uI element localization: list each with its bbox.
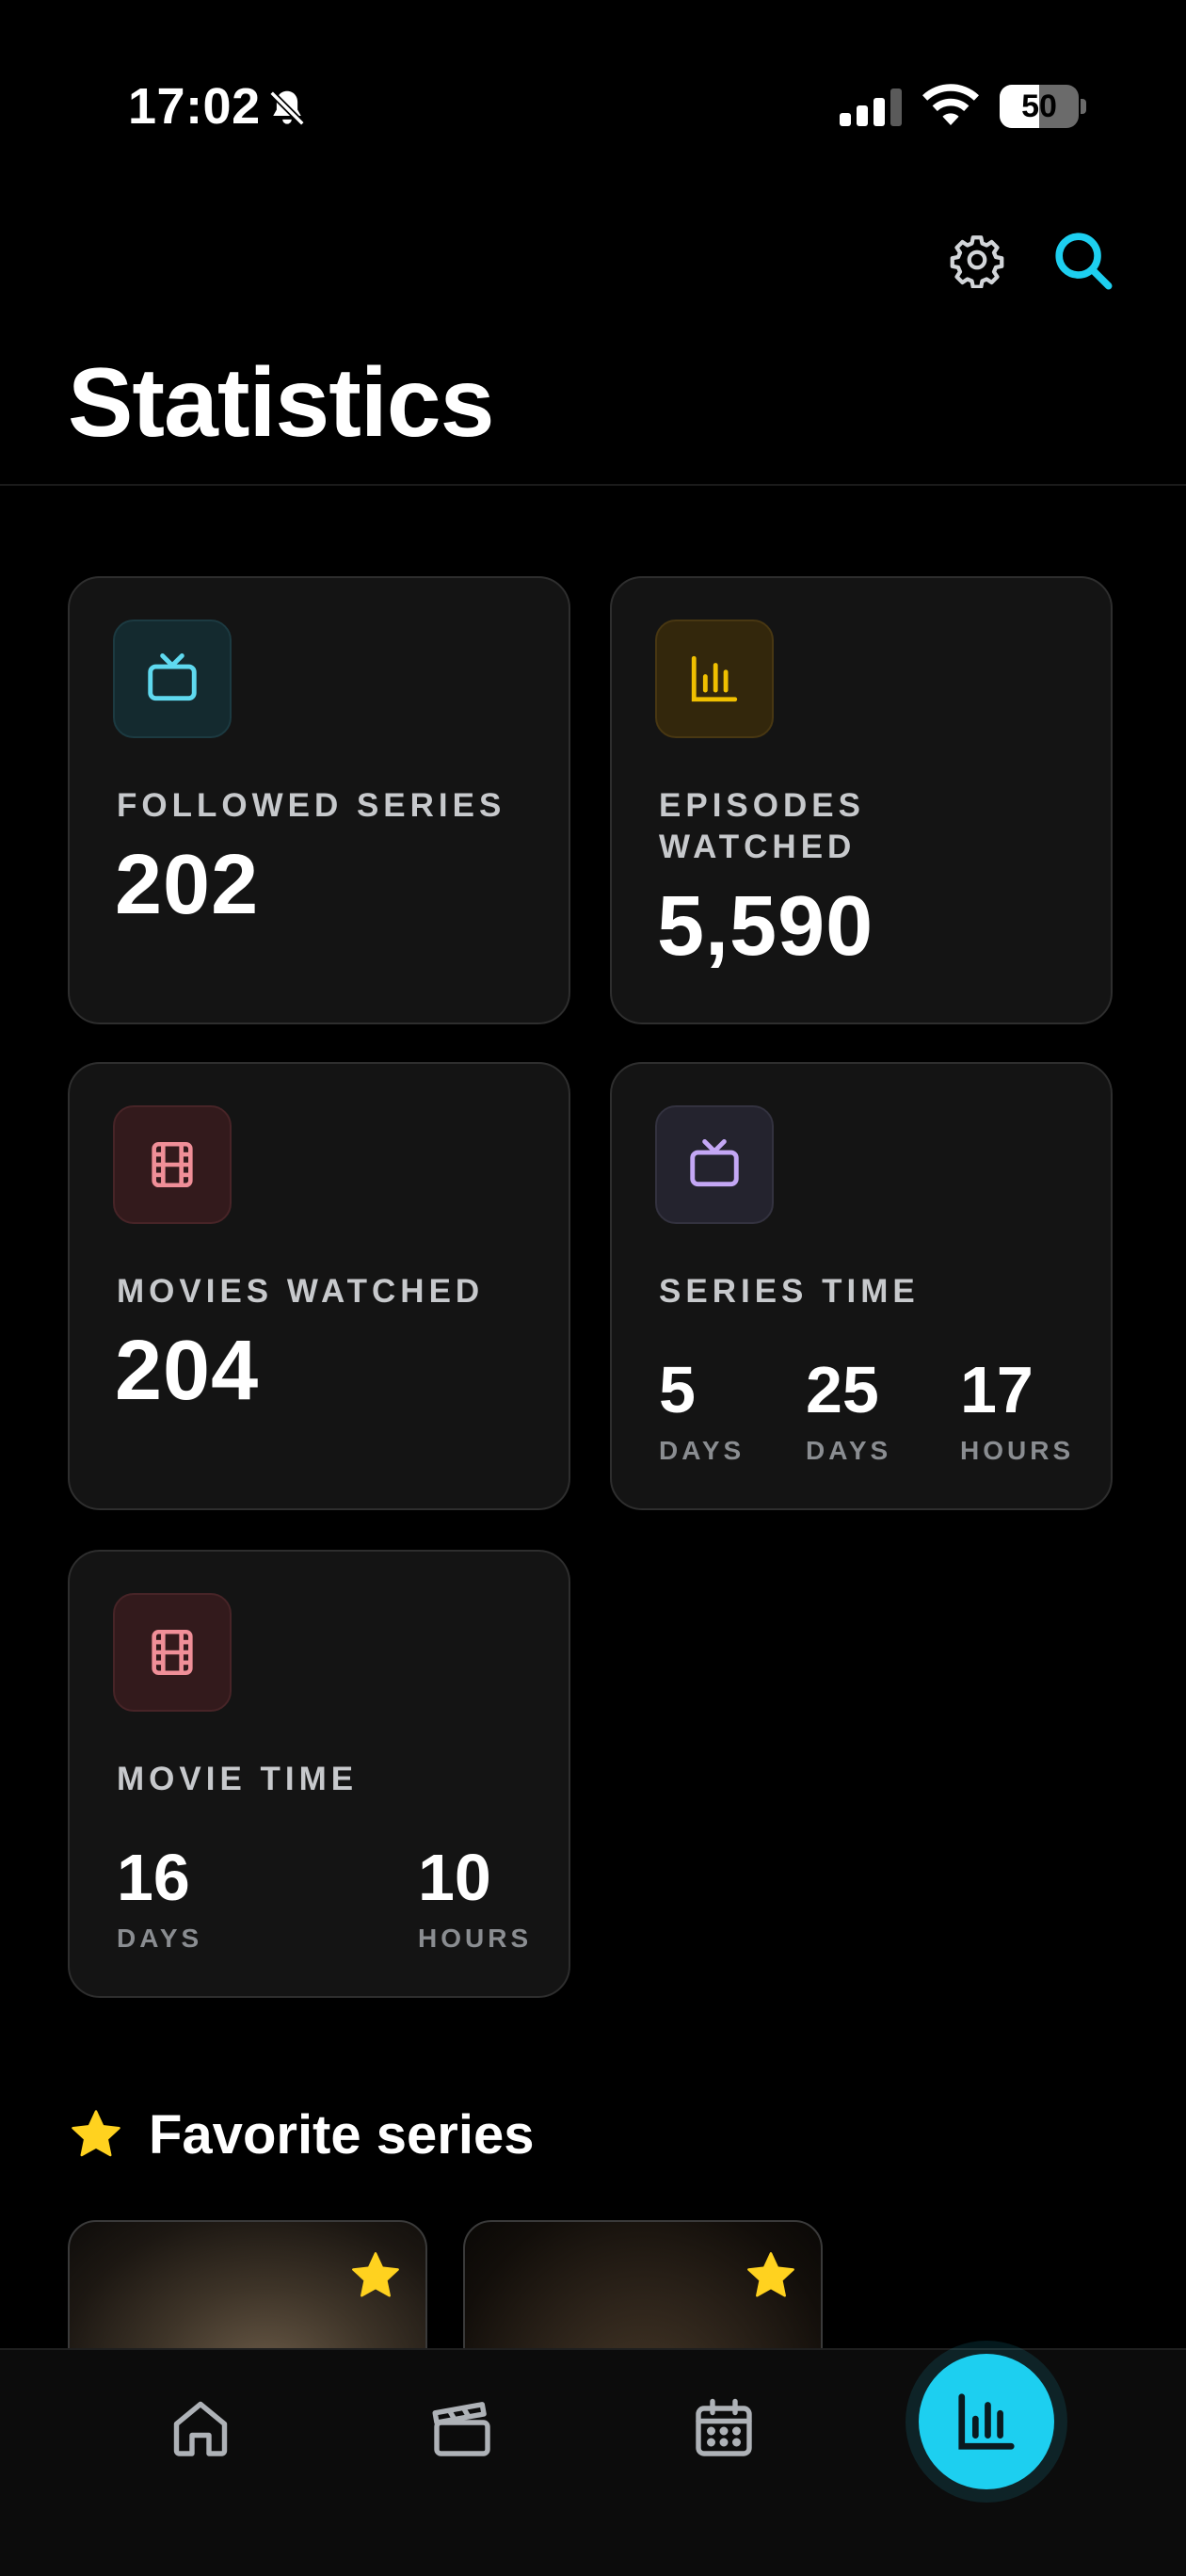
series-time-value: 5 [659,1353,696,1426]
followed-series-label: FOLLOWED SERIES [117,787,506,824]
favorite-series-header: Favorite series [68,2101,534,2167]
series-time-value: 25 [806,1353,879,1426]
page-title: Statistics [68,348,494,458]
nav-calendar-button[interactable] [681,2386,766,2471]
search-icon [1055,233,1113,290]
series-time-value: 17 [960,1353,1034,1426]
nav-statistics-button[interactable] [919,2354,1054,2489]
wifi-icon [922,84,979,125]
movie-time-value: 16 [117,1841,190,1914]
favorite-series-title: Favorite series [149,2103,535,2165]
home-icon [173,2401,228,2456]
episodes-watched-label-line2: WATCHED [659,829,857,865]
search-button[interactable] [1049,226,1116,294]
nav-home-button[interactable] [158,2386,243,2471]
movie-time-value: 10 [418,1841,491,1914]
calendar-icon [696,2398,752,2456]
episodes-watched-card[interactable]: EPISODES WATCHED 5,590 [610,576,1113,1024]
movie-time-icon-box [113,1593,232,1712]
episodes-watched-icon-box [655,620,774,738]
film-icon [152,1141,193,1188]
bar-chart-icon [691,655,738,702]
followed-series-value: 202 [115,838,260,932]
star-icon [352,2252,399,2297]
movies-watched-icon-box [113,1105,232,1224]
series-time-icon-box [655,1105,774,1224]
tv-icon [690,1139,739,1187]
cellular-signal-icon [840,89,902,126]
star-icon [72,2110,120,2157]
status-bar: 17:02 50 [0,0,1186,217]
settings-button[interactable] [947,230,1007,290]
movies-watched-value: 204 [115,1324,260,1418]
clapperboard-icon [432,2402,490,2456]
battery-level: 50 [1021,89,1057,124]
tv-icon [148,653,197,701]
movies-watched-label: MOVIES WATCHED [117,1273,485,1310]
movie-time-label: MOVIE TIME [117,1761,359,1797]
bottom-navigation [0,2348,1186,2576]
series-time-label: SERIES TIME [659,1273,920,1310]
battery-indicator: 50 [1000,85,1086,128]
series-time-unit: DAYS [659,1436,745,1465]
episodes-watched-value: 5,590 [657,879,874,974]
movie-time-card[interactable]: MOVIE TIME 16 DAYS 10 HOURS [68,1550,570,1998]
series-time-card[interactable]: SERIES TIME 5 DAYS 25 DAYS 17 HOURS [610,1062,1113,1510]
star-icon [747,2252,794,2297]
series-time-unit: DAYS [806,1436,892,1465]
followed-series-card[interactable]: FOLLOWED SERIES 202 [68,576,570,1024]
movie-time-unit: HOURS [418,1924,533,1953]
followed-series-icon-box [113,620,232,738]
episodes-watched-label-line1: EPISODES [659,787,865,824]
nav-movies-button[interactable] [420,2386,505,2471]
title-divider [0,484,1186,486]
movies-watched-card[interactable]: MOVIES WATCHED 204 [68,1062,570,1510]
status-time: 17:02 [128,78,261,135]
movie-time-unit: DAYS [117,1924,203,1953]
gear-icon [950,235,1004,288]
bar-chart-icon [958,2393,1015,2450]
bell-muted-icon [268,89,306,127]
film-icon [152,1629,193,1676]
series-time-unit: HOURS [960,1436,1075,1465]
